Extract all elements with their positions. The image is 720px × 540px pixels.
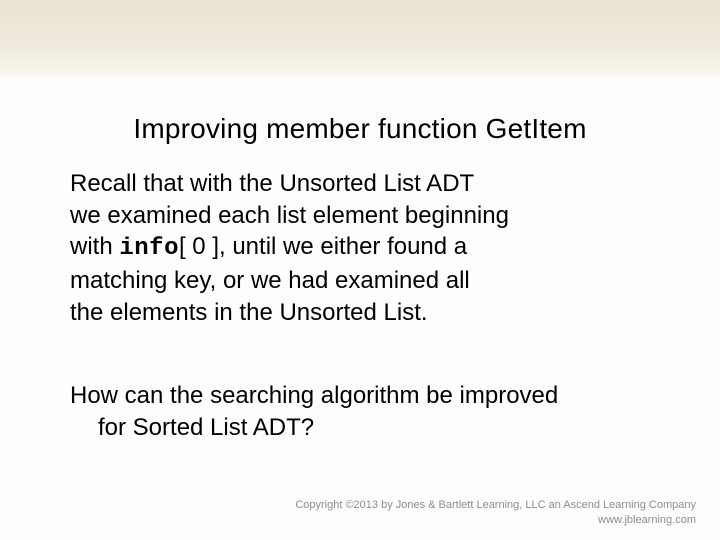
body-line-3b: [ 0 ], until we either found a [179, 233, 467, 260]
body-line-1: Recall that with the Unsorted List ADT [70, 170, 474, 197]
body-line-5: the elements in the Unsorted List. [70, 299, 428, 326]
body-line-4: matching key, or we had examined all [70, 267, 470, 294]
body-line-2: we examined each list element beginning [70, 202, 509, 229]
footer-url: www.jblearning.com [295, 513, 696, 528]
body-code-info: info [119, 235, 179, 262]
footer: Copyright ©2013 by Jones & Bartlett Lear… [295, 498, 696, 528]
question-line-1: How can the searching algorithm be impro… [70, 382, 558, 409]
question-line-2: for Sorted List ADT? [70, 412, 660, 444]
body-line-3a: with [70, 233, 119, 260]
slide-title: Improving member function GetItem [0, 113, 720, 145]
header-gradient-band [0, 0, 720, 78]
slide-body-paragraph: Recall that with the Unsorted List ADT w… [70, 168, 630, 328]
slide-question: How can the searching algorithm be impro… [70, 380, 660, 443]
footer-copyright: Copyright ©2013 by Jones & Bartlett Lear… [295, 498, 696, 513]
